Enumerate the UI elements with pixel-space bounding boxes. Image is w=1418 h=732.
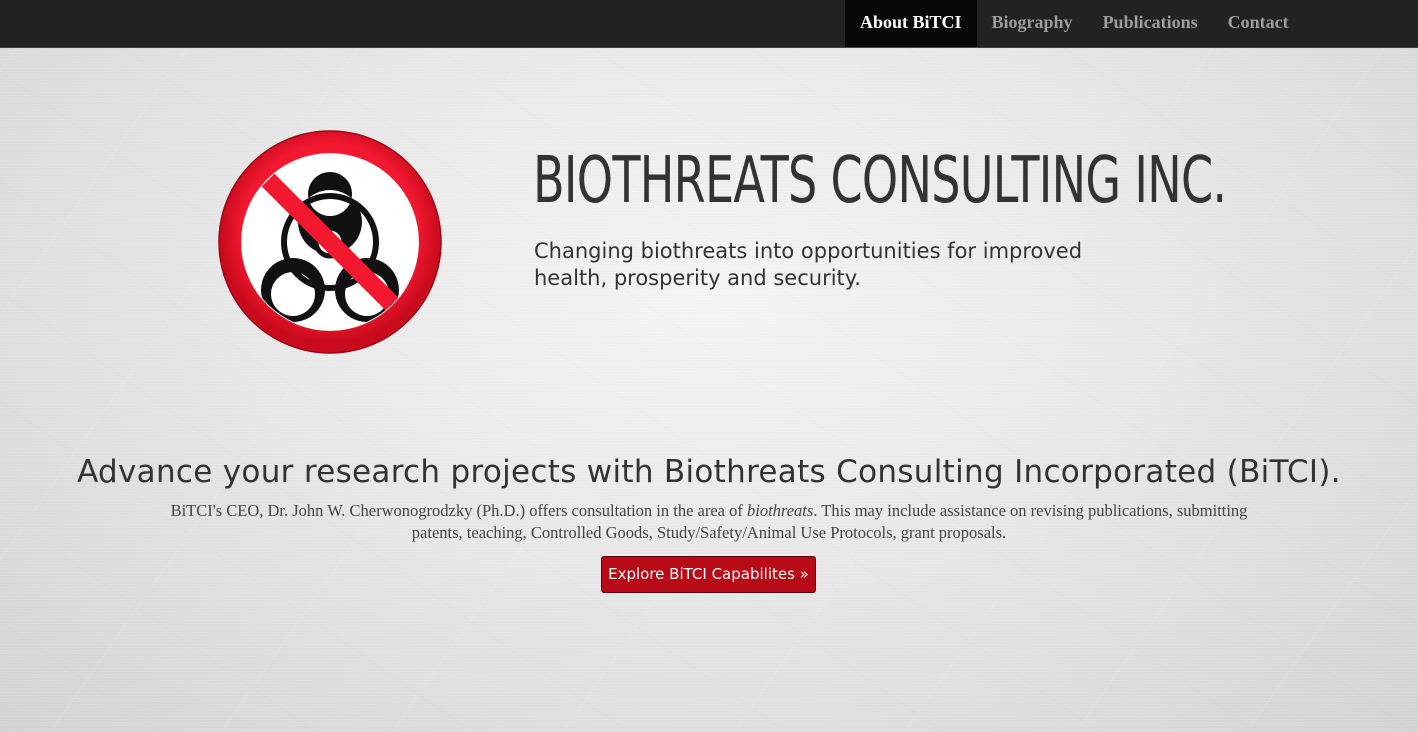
intro-heading: Advance your research projects with Biot… <box>77 454 1341 490</box>
top-navbar: About BiTCI Biography Publications Conta… <box>0 0 1418 48</box>
hero-subtitle: Changing biothreats into opportunities f… <box>534 239 1083 290</box>
nav-about-bitci[interactable]: About BiTCI <box>845 0 977 47</box>
nav-contact[interactable]: Contact <box>1213 0 1304 47</box>
nav-publications[interactable]: Publications <box>1088 0 1213 47</box>
explore-capabilities-button[interactable]: Explore BiTCI Capabilites » <box>601 556 816 593</box>
intro-body: BiTCI's CEO, Dr. John W. Cherwonogrodzky… <box>160 500 1258 544</box>
nav-biography[interactable]: Biography <box>977 0 1088 47</box>
no-biohazard-icon <box>218 130 442 354</box>
intro-body-before: BiTCI's CEO, Dr. John W. Cherwonogrodzky… <box>170 501 747 520</box>
main-nav: About BiTCI Biography Publications Conta… <box>845 0 1304 47</box>
hero-title: BIOTHREATS CONSULTING INC. <box>533 144 1227 218</box>
intro-body-emphasis: biothreats <box>746 501 814 520</box>
